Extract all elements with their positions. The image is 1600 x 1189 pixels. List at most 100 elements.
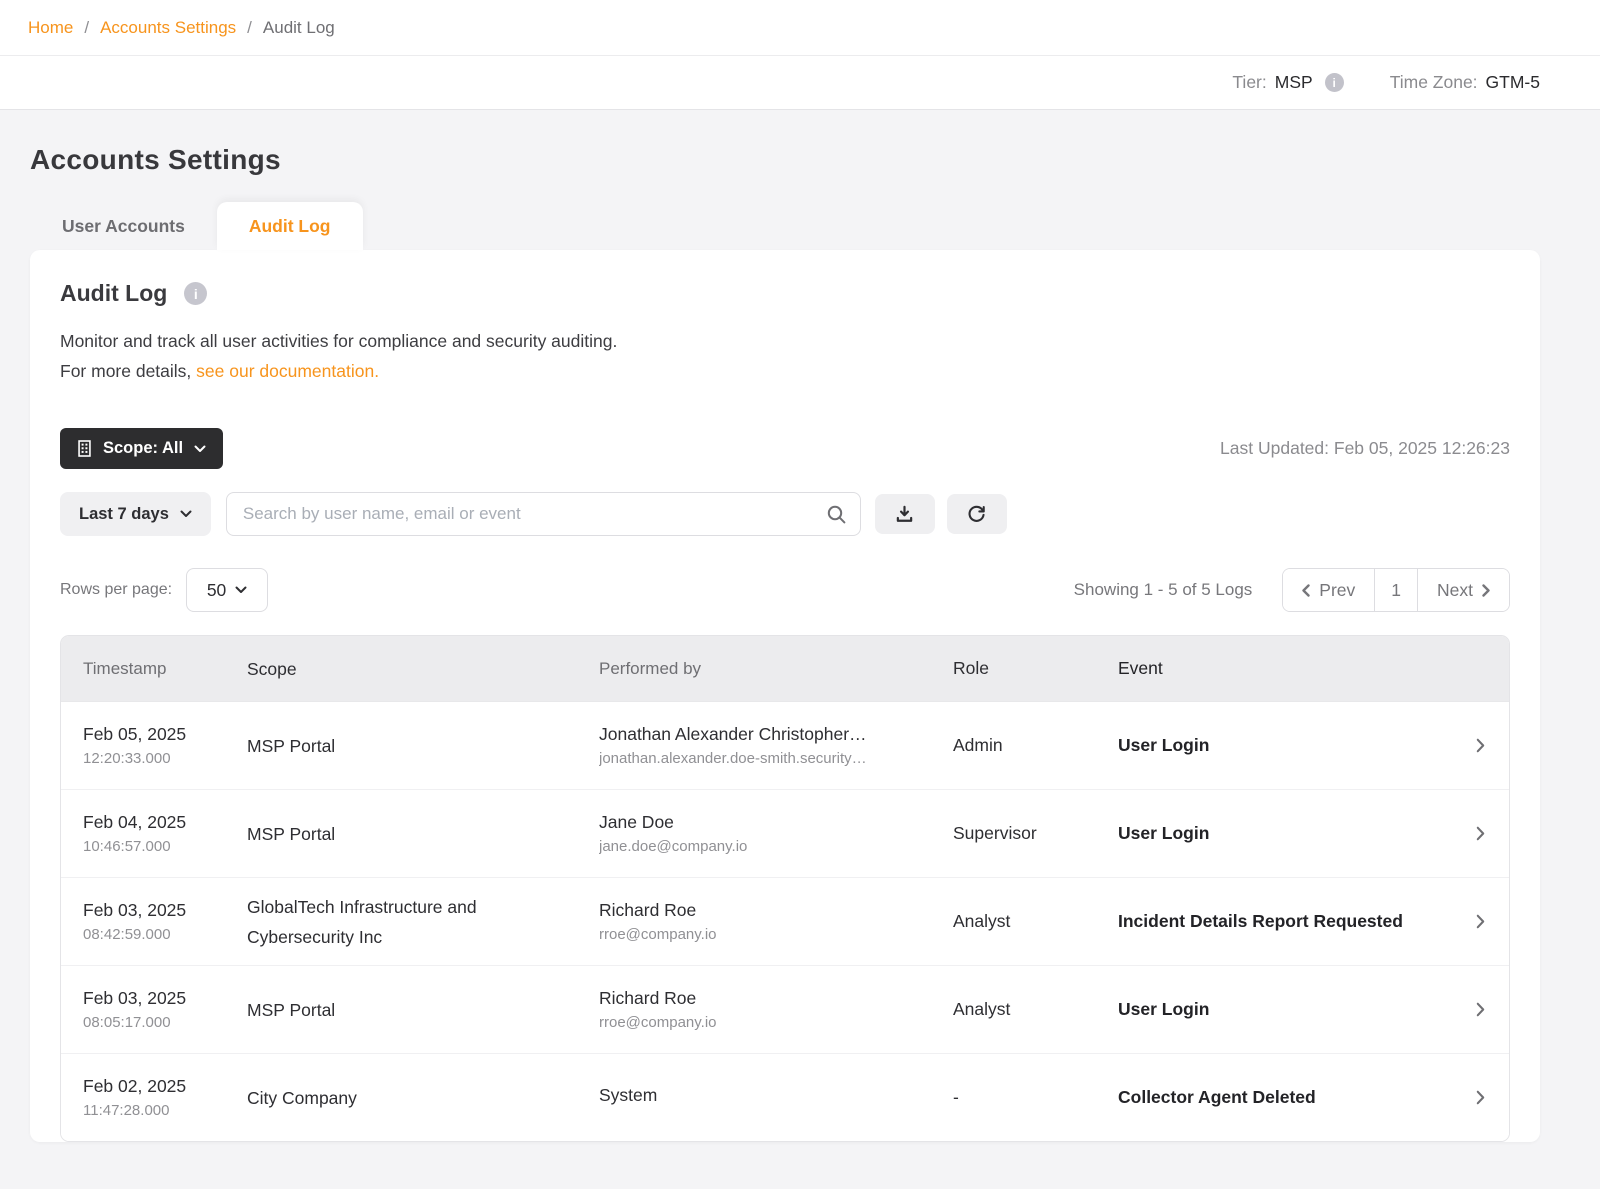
documentation-link[interactable]: see our documentation. <box>196 361 379 381</box>
prev-page-button[interactable]: Prev <box>1283 569 1374 611</box>
row-role: Analyst <box>953 999 1118 1020</box>
details-prefix: For more details, <box>60 361 191 381</box>
scope-dropdown-button[interactable]: Scope: All <box>60 428 223 469</box>
panel-description: Monitor and track all user activities fo… <box>60 326 1510 386</box>
breadcrumb-current-page: Audit Log <box>263 18 335 38</box>
row-event: User Login <box>1118 823 1451 844</box>
row-date: Feb 03, 2025 <box>83 900 233 921</box>
last-updated-text: Last Updated: Feb 05, 2025 12:26:23 <box>1220 438 1510 459</box>
row-detail-chevron[interactable] <box>1451 914 1509 929</box>
table-header: Timestamp Scope Performed by Role Event <box>61 636 1509 701</box>
table-row[interactable]: Feb 05, 2025 12:20:33.000 MSP Portal Jon… <box>61 701 1509 789</box>
row-detail-chevron[interactable] <box>1451 826 1509 841</box>
chevron-down-icon <box>180 510 192 518</box>
search-input[interactable] <box>226 492 861 536</box>
table-row[interactable]: Feb 02, 2025 11:47:28.000 City Company S… <box>61 1053 1509 1141</box>
row-detail-chevron[interactable] <box>1451 738 1509 753</box>
row-event: Collector Agent Deleted <box>1118 1087 1451 1108</box>
audit-log-info-icon[interactable]: i <box>184 282 207 305</box>
table-row[interactable]: Feb 03, 2025 08:42:59.000 GlobalTech Inf… <box>61 877 1509 965</box>
row-detail-chevron[interactable] <box>1451 1090 1509 1105</box>
breadcrumb-separator: / <box>84 18 89 38</box>
chevron-down-icon <box>235 586 247 594</box>
tab-user-accounts[interactable]: User Accounts <box>30 202 217 250</box>
chevron-down-icon <box>194 445 206 453</box>
chevron-right-icon <box>1476 1002 1485 1017</box>
row-scope: City Company <box>247 1083 599 1113</box>
row-time: 08:05:17.000 <box>83 1014 233 1031</box>
chevron-right-icon <box>1476 738 1485 753</box>
tier-info-icon[interactable]: i <box>1325 73 1344 92</box>
timezone-value: GTM-5 <box>1486 72 1540 93</box>
col-header-timestamp: Timestamp <box>83 659 247 679</box>
description-line: Monitor and track all user activities fo… <box>60 331 617 351</box>
row-performed-by: Richard Roe <box>599 988 929 1009</box>
row-event: User Login <box>1118 999 1451 1020</box>
meta-bar: Tier: MSP i Time Zone: GTM-5 <box>0 56 1600 110</box>
row-time: 12:20:33.000 <box>83 750 233 767</box>
row-performed-by: Richard Roe <box>599 900 929 921</box>
row-detail-chevron[interactable] <box>1451 1002 1509 1017</box>
tab-audit-log[interactable]: Audit Log <box>217 202 363 250</box>
table-row[interactable]: Feb 03, 2025 08:05:17.000 MSP Portal Ric… <box>61 965 1509 1053</box>
row-role: Supervisor <box>953 823 1118 844</box>
row-date: Feb 04, 2025 <box>83 812 233 833</box>
row-email: jane.doe@company.io <box>599 838 929 855</box>
audit-log-table: Timestamp Scope Performed by Role Event … <box>60 635 1510 1142</box>
row-time: 10:46:57.000 <box>83 838 233 855</box>
page-title: Accounts Settings <box>30 144 1540 176</box>
col-header-event: Event <box>1118 658 1451 679</box>
row-event: User Login <box>1118 735 1451 756</box>
row-time: 08:42:59.000 <box>83 926 233 943</box>
tier-info: Tier: MSP i <box>1232 72 1343 93</box>
col-header-role: Role <box>953 658 1118 679</box>
row-email: jonathan.alexander.doe-smith.security… <box>599 750 929 767</box>
date-range-dropdown[interactable]: Last 7 days <box>60 492 211 536</box>
rows-per-page-label: Rows per page: <box>60 581 172 599</box>
row-role: Admin <box>953 735 1118 756</box>
table-row[interactable]: Feb 04, 2025 10:46:57.000 MSP Portal Jan… <box>61 789 1509 877</box>
chevron-right-icon <box>1482 584 1490 597</box>
row-performed-by: System <box>599 1085 929 1106</box>
page-number-button[interactable]: 1 <box>1374 569 1417 611</box>
tier-label: Tier: <box>1232 72 1266 93</box>
search-icon[interactable] <box>826 504 847 530</box>
timezone-info: Time Zone: GTM-5 <box>1390 72 1540 93</box>
rows-per-page-value: 50 <box>207 580 226 601</box>
tabs: User Accounts Audit Log <box>30 202 1540 250</box>
row-date: Feb 05, 2025 <box>83 724 233 745</box>
breadcrumb-home-link[interactable]: Home <box>28 18 73 38</box>
row-role: Analyst <box>953 911 1118 932</box>
row-scope: MSP Portal <box>247 819 599 849</box>
breadcrumb-separator: / <box>247 18 252 38</box>
row-role: - <box>953 1087 1118 1108</box>
refresh-icon <box>967 505 986 524</box>
building-icon <box>77 440 92 457</box>
row-scope: GlobalTech Infrastructure and Cybersecur… <box>247 892 599 952</box>
date-range-label: Last 7 days <box>79 505 169 524</box>
breadcrumb-accounts-settings-link[interactable]: Accounts Settings <box>100 18 236 38</box>
next-label: Next <box>1437 580 1473 601</box>
chevron-right-icon <box>1476 1090 1485 1105</box>
timezone-label: Time Zone: <box>1390 72 1478 93</box>
row-date: Feb 02, 2025 <box>83 1076 233 1097</box>
pagination: Prev 1 Next <box>1282 568 1510 612</box>
row-event: Incident Details Report Requested <box>1118 911 1451 932</box>
chevron-right-icon <box>1476 914 1485 929</box>
showing-count-text: Showing 1 - 5 of 5 Logs <box>1074 580 1253 600</box>
panel-title: Audit Log <box>60 280 167 307</box>
col-header-performed-by: Performed by <box>599 659 953 679</box>
row-scope: MSP Portal <box>247 995 599 1025</box>
download-button[interactable] <box>875 494 935 534</box>
next-page-button[interactable]: Next <box>1417 569 1509 611</box>
row-performed-by: Jonathan Alexander Christopher… <box>599 724 929 745</box>
prev-label: Prev <box>1319 580 1355 601</box>
rows-per-page-select[interactable]: 50 <box>186 568 268 612</box>
row-date: Feb 03, 2025 <box>83 988 233 1009</box>
scope-button-label: Scope: All <box>103 439 183 458</box>
col-header-scope: Scope <box>247 654 599 684</box>
tier-value: MSP <box>1275 72 1313 93</box>
chevron-left-icon <box>1302 584 1310 597</box>
row-email: rroe@company.io <box>599 926 929 943</box>
refresh-button[interactable] <box>947 494 1007 534</box>
